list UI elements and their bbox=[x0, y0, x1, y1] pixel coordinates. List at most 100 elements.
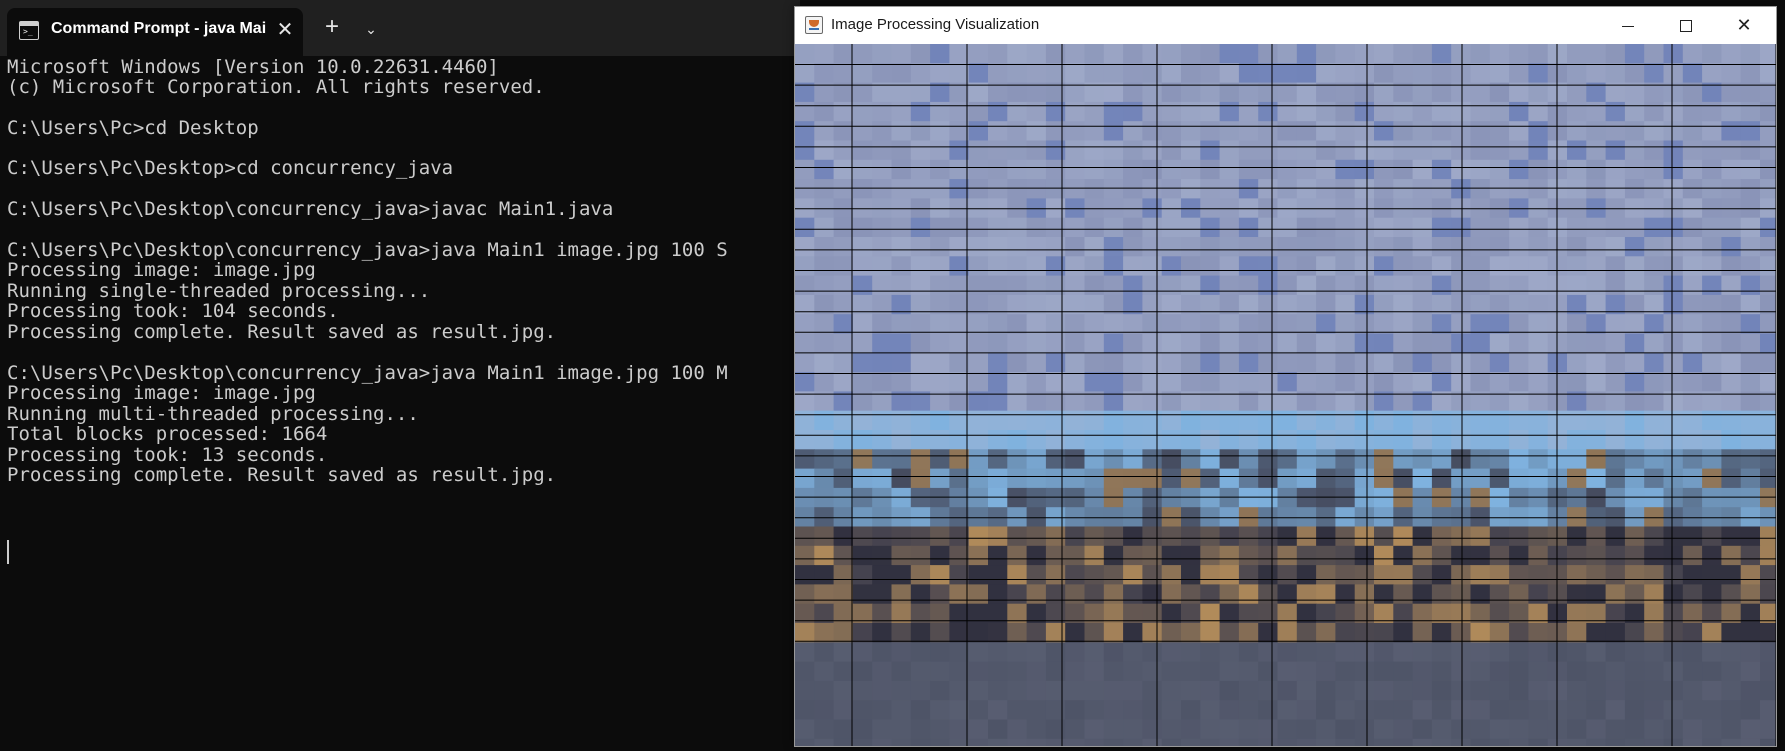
mosaic-block bbox=[891, 507, 912, 528]
mosaic-block bbox=[1412, 179, 1433, 199]
mosaic-block bbox=[1721, 507, 1742, 528]
mosaic-block bbox=[910, 565, 931, 585]
mosaic-block bbox=[852, 661, 873, 682]
mosaic-block bbox=[1296, 468, 1317, 489]
mosaic-block bbox=[1624, 700, 1645, 721]
mosaic-block bbox=[1663, 565, 1684, 585]
mosaic-block bbox=[1760, 314, 1776, 335]
mosaic-block bbox=[1393, 333, 1414, 354]
mosaic-block bbox=[910, 121, 931, 142]
mosaic-block bbox=[1219, 526, 1240, 547]
mosaic-block bbox=[795, 101, 815, 122]
mosaic-block bbox=[852, 44, 873, 64]
mosaic-block bbox=[1431, 63, 1452, 84]
mosaic-block bbox=[1470, 44, 1491, 64]
mosaic-block bbox=[1354, 352, 1375, 373]
mosaic-block bbox=[1123, 101, 1143, 122]
mosaic-block bbox=[1605, 140, 1626, 161]
mosaic-block bbox=[1084, 526, 1105, 547]
mosaic-block bbox=[1489, 738, 1510, 746]
mosaic-block bbox=[1161, 661, 1182, 682]
mosaic-block bbox=[1084, 179, 1105, 199]
mosaic-block bbox=[1277, 526, 1298, 547]
mosaic-block bbox=[1644, 410, 1665, 431]
mosaic-block bbox=[1644, 661, 1665, 682]
mosaic-block bbox=[1181, 237, 1201, 257]
mosaic-block bbox=[1258, 140, 1279, 161]
terminal-output[interactable]: Microsoft Windows [Version 10.0.22631.44… bbox=[0, 56, 800, 751]
mosaic-block bbox=[1412, 44, 1433, 64]
mosaic-block bbox=[1219, 372, 1240, 392]
mosaic-block bbox=[1624, 661, 1645, 682]
mosaic-block bbox=[949, 526, 970, 547]
pixelated-image-canvas bbox=[795, 44, 1776, 746]
mosaic-block bbox=[1489, 719, 1510, 740]
mosaic-block bbox=[1470, 333, 1491, 354]
mosaic-block bbox=[814, 140, 835, 161]
mosaic-block bbox=[1624, 314, 1645, 335]
mosaic-block bbox=[814, 63, 835, 84]
mosaic-block bbox=[930, 410, 950, 431]
mosaic-block bbox=[1721, 623, 1742, 643]
window-titlebar[interactable]: Image Processing Visualization ✕ bbox=[795, 7, 1776, 44]
mosaic-block bbox=[1026, 333, 1047, 354]
mosaic-block bbox=[1296, 372, 1317, 392]
mosaic-block bbox=[1586, 217, 1607, 238]
plus-icon[interactable]: + bbox=[317, 14, 347, 44]
visualization-window[interactable]: Image Processing Visualization ✕ bbox=[794, 6, 1777, 747]
minimize-icon[interactable] bbox=[1599, 7, 1657, 44]
mosaic-block bbox=[1374, 623, 1394, 643]
mosaic-block bbox=[1702, 410, 1722, 431]
mosaic-block bbox=[1007, 217, 1028, 238]
mosaic-block bbox=[1161, 430, 1182, 450]
mosaic-block bbox=[1393, 449, 1414, 470]
mosaic-block bbox=[1470, 410, 1491, 431]
window-title: Image Processing Visualization bbox=[831, 16, 1040, 33]
mosaic-block bbox=[1489, 314, 1510, 335]
mosaic-block bbox=[1663, 140, 1684, 161]
mosaic-block bbox=[1586, 449, 1607, 470]
mosaic-block bbox=[1354, 63, 1375, 84]
terminal-tab[interactable]: >_ Command Prompt - java Mai ✕ bbox=[7, 8, 303, 56]
mosaic-block bbox=[1760, 275, 1776, 296]
mosaic-block bbox=[1624, 159, 1645, 180]
mosaic-block bbox=[910, 140, 931, 161]
mosaic-block bbox=[1567, 661, 1587, 682]
mosaic-block bbox=[1084, 642, 1105, 663]
mosaic-block bbox=[988, 430, 1008, 450]
mosaic-block bbox=[1084, 430, 1105, 450]
mosaic-block bbox=[1509, 44, 1529, 64]
mosaic-block bbox=[1586, 179, 1607, 199]
mosaic-block bbox=[1412, 372, 1433, 392]
mosaic-block bbox=[852, 526, 873, 547]
mosaic-block bbox=[1644, 352, 1665, 373]
mosaic-block bbox=[891, 526, 912, 547]
mosaic-block bbox=[930, 700, 950, 721]
mosaic-block bbox=[833, 700, 854, 721]
close-icon[interactable]: ✕ bbox=[1715, 7, 1773, 44]
mosaic-block bbox=[1644, 256, 1665, 277]
mosaic-block bbox=[1489, 237, 1510, 257]
mosaic-block bbox=[1431, 256, 1452, 277]
mosaic-block bbox=[1644, 623, 1665, 643]
mosaic-block bbox=[1316, 468, 1336, 489]
maximize-icon[interactable] bbox=[1657, 7, 1715, 44]
mosaic-block bbox=[1412, 545, 1433, 566]
mosaic-block bbox=[1258, 410, 1279, 431]
mosaic-block bbox=[814, 430, 835, 450]
chevron-down-icon[interactable]: ⌄ bbox=[359, 14, 383, 44]
mosaic-block bbox=[1740, 565, 1761, 585]
mosaic-block bbox=[930, 738, 950, 746]
mosaic-block bbox=[1200, 101, 1221, 122]
tab-title: Command Prompt - java Mai bbox=[51, 20, 267, 37]
mosaic-block bbox=[1586, 584, 1607, 605]
mosaic-block bbox=[1316, 179, 1336, 199]
mosaic-block bbox=[1489, 584, 1510, 605]
mosaic-block bbox=[833, 545, 854, 566]
mosaic-block bbox=[910, 314, 931, 335]
mosaic-block bbox=[1045, 314, 1066, 335]
mosaic-block bbox=[1393, 237, 1414, 257]
mosaic-block bbox=[1624, 507, 1645, 528]
close-icon[interactable]: ✕ bbox=[273, 18, 297, 42]
mosaic-block bbox=[1238, 352, 1259, 373]
